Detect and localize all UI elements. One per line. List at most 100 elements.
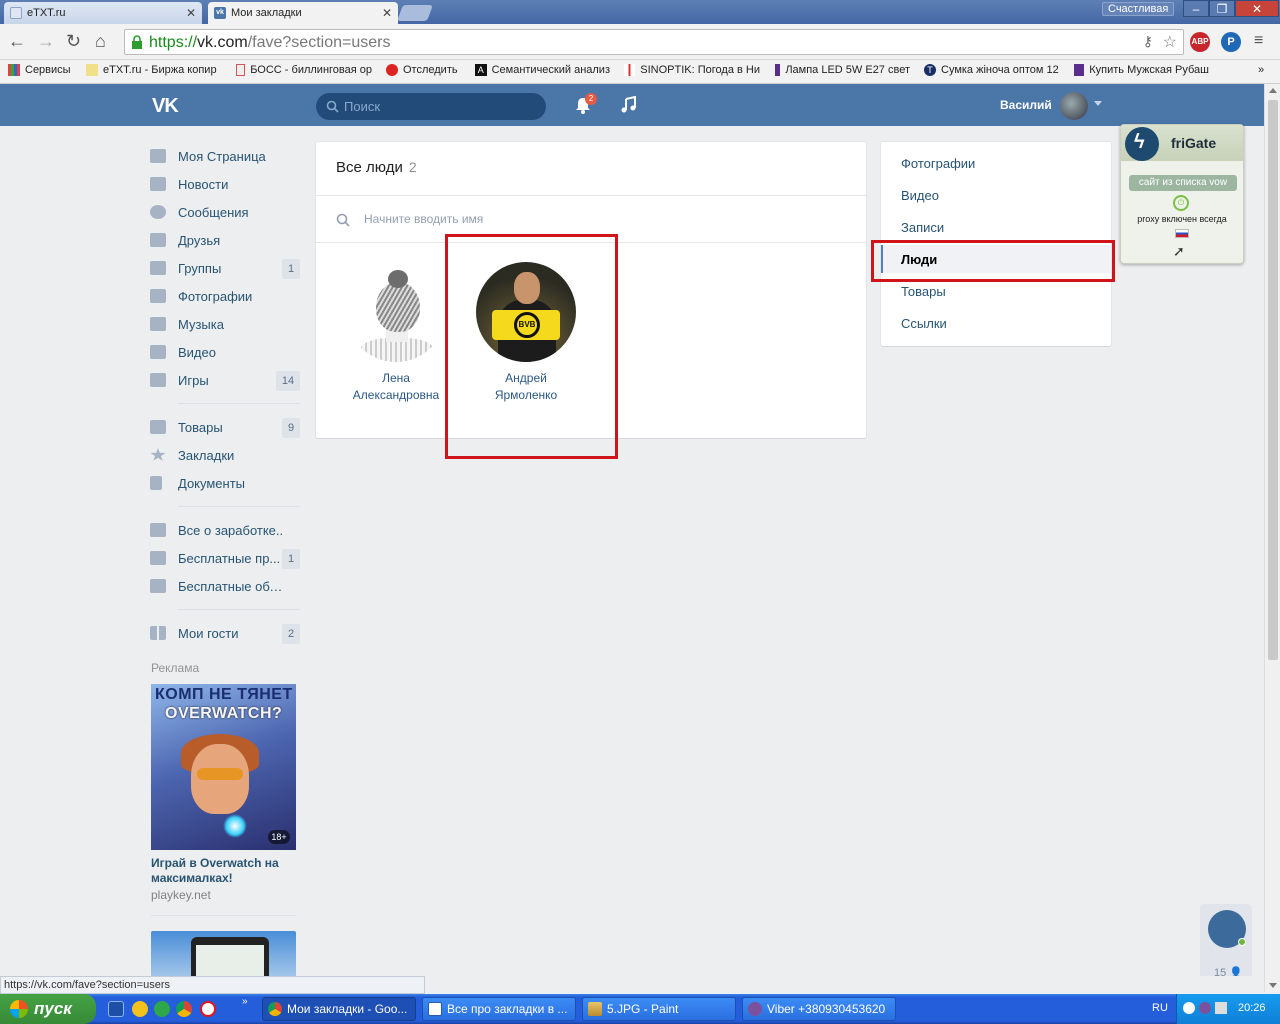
filter-video[interactable]: Видео: [901, 188, 939, 203]
network-icon[interactable]: [1215, 1002, 1227, 1014]
ad-label: Реклама: [151, 661, 200, 675]
sidebar-item-goods[interactable]: Товары 9: [150, 413, 300, 441]
whatsapp-icon[interactable]: [154, 1001, 170, 1017]
menu-icon[interactable]: ≡: [1254, 32, 1263, 50]
clock[interactable]: 20:26: [1238, 1002, 1266, 1014]
taskbar-paint[interactable]: 5.JPG - Paint: [582, 997, 736, 1021]
home-icon[interactable]: ⌂: [95, 32, 106, 50]
divider: [178, 506, 300, 507]
bookmark-item[interactable]: Купить Мужская Рубаш: [1074, 64, 1209, 76]
back-icon[interactable]: ←: [8, 32, 26, 50]
bookmark-item[interactable]: SINOPTIK: Погода в Ни: [624, 64, 760, 76]
arrow-icon[interactable]: ➚: [1173, 243, 1185, 260]
sidebar-item-news[interactable]: Новости: [150, 170, 300, 198]
vertical-scrollbar[interactable]: [1264, 84, 1280, 992]
ad-image-2[interactable]: [151, 931, 296, 976]
avatar[interactable]: [1060, 92, 1088, 120]
online-count: 15 👤: [1214, 966, 1243, 976]
filter-posts[interactable]: Записи: [901, 220, 944, 235]
frigate-widget[interactable]: ϟ friGate сайт из списка vow ⏻ proxy вкл…: [1120, 124, 1244, 264]
lock-icon: [132, 35, 142, 49]
sidebar-item-friends[interactable]: Друзья: [150, 226, 300, 254]
person-name[interactable]: Лена Александровна: [341, 370, 451, 404]
yandex-icon[interactable]: [200, 1001, 216, 1017]
music-icon[interactable]: [620, 96, 638, 114]
reload-icon[interactable]: ↻: [66, 32, 81, 50]
avast-icon[interactable]: [132, 1001, 148, 1017]
sidebar-item-my-page[interactable]: Моя Страница: [150, 142, 300, 170]
tab-etxt[interactable]: eTXT.ru ✕: [4, 2, 202, 24]
forward-icon[interactable]: →: [37, 32, 55, 50]
bookmark-item[interactable]: Сервисы: [8, 64, 71, 76]
key-icon[interactable]: ⚷: [1143, 33, 1153, 50]
more-bookmarks-icon[interactable]: »: [1258, 64, 1264, 76]
sidebar-item-music[interactable]: Музыка: [150, 310, 300, 338]
person-card-lena[interactable]: Лена Александровна: [341, 262, 451, 404]
maximize-button[interactable]: ❐: [1209, 0, 1235, 17]
chevron-down-icon[interactable]: [1094, 101, 1102, 106]
bookmark-item[interactable]: A Семантический анализ: [475, 64, 610, 76]
sidebar-item-bookmarks[interactable]: Закладки: [150, 441, 300, 469]
sidebar-item-games[interactable]: Игры 14: [150, 366, 300, 394]
new-tab-button[interactable]: [397, 5, 433, 21]
sidebar-item-group-earnings[interactable]: Все о заработке..: [150, 516, 300, 544]
minimize-button[interactable]: –: [1183, 0, 1209, 17]
star-icon: [150, 448, 166, 461]
extension-p-icon[interactable]: P: [1221, 32, 1241, 52]
tab-fave[interactable]: vk Мои закладки ✕: [208, 2, 398, 24]
start-button[interactable]: пуск: [0, 994, 96, 1024]
people-search-input[interactable]: Начните вводить имя: [364, 212, 483, 226]
filter-goods[interactable]: Товары: [901, 284, 946, 299]
bookmark-item[interactable]: БОСС - биллинговая ор: [236, 64, 372, 76]
bookmark-star-icon[interactable]: ☆: [1163, 32, 1177, 52]
filter-photos[interactable]: Фотографии: [901, 156, 975, 171]
user-name[interactable]: Василий: [1000, 98, 1052, 112]
power-icon[interactable]: ⏻: [1173, 195, 1189, 211]
russia-flag-icon[interactable]: [1175, 229, 1189, 238]
viber-tray-icon[interactable]: [1199, 1002, 1211, 1014]
scroll-up-icon[interactable]: [1269, 88, 1277, 93]
scroll-down-icon[interactable]: [1269, 983, 1277, 988]
vk-logo[interactable]: VK: [152, 95, 179, 118]
tray-expand-icon[interactable]: [1183, 1002, 1195, 1014]
address-bar[interactable]: https://vk.com/fave?section=users ⚷ ☆: [124, 29, 1184, 55]
sidebar-item-guests[interactable]: Мои гости 2: [150, 619, 300, 647]
taskbar-word[interactable]: Все про закладки в ...: [422, 997, 576, 1021]
filter-links[interactable]: Ссылки: [901, 316, 947, 331]
ad-title-link[interactable]: Играй в Overwatch на максималках!: [151, 856, 296, 886]
scroll-thumb[interactable]: [1268, 100, 1278, 660]
bookmark-item[interactable]: Отследить: [386, 64, 458, 76]
chat-widget[interactable]: 15 👤: [1200, 904, 1252, 976]
taskbar-viber[interactable]: Viber +380930453620: [742, 997, 896, 1021]
etxt-favicon-icon: [10, 7, 22, 19]
sidebar-item-photos[interactable]: Фотографии: [150, 282, 300, 310]
close-tab-icon[interactable]: ✕: [382, 6, 392, 20]
sidebar-item-group-free-ads[interactable]: Бесплатные объя..: [150, 572, 300, 600]
groups-icon: [150, 551, 166, 565]
close-window-button[interactable]: ✕: [1235, 0, 1279, 17]
sidebar-item-messages[interactable]: Сообщения: [150, 198, 300, 226]
desktop-icon[interactable]: [108, 1001, 124, 1017]
language-indicator[interactable]: RU: [1152, 1002, 1168, 1014]
etxt-icon: [86, 64, 98, 76]
bookmark-item[interactable]: eTXT.ru - Биржа копир: [86, 64, 221, 76]
bookmark-item[interactable]: Лампа LED 5W E27 свет: [775, 64, 910, 76]
sidebar-item-documents[interactable]: Документы: [150, 469, 300, 497]
ad-image[interactable]: КОМП НЕ ТЯНЕТ OVERWATCH? 18+: [151, 684, 296, 850]
ad-domain[interactable]: playkey.net: [151, 888, 211, 902]
search-icon: [336, 213, 350, 227]
sidebar-item-groups[interactable]: Группы 1: [150, 254, 300, 282]
windows-logo-icon: [10, 1000, 28, 1018]
sidebar-item-group-free-pr[interactable]: Бесплатные пр... 1: [150, 544, 300, 572]
groups-icon: [150, 579, 166, 593]
profile-name[interactable]: Счастливая: [1102, 2, 1175, 16]
expand-icon[interactable]: »: [242, 996, 248, 1007]
taskbar-chrome[interactable]: Мои закладки - Goo...: [262, 997, 416, 1021]
bookmark-item[interactable]: T Сумка жіноча оптом 12: [924, 64, 1059, 76]
close-tab-icon[interactable]: ✕: [186, 6, 196, 20]
person-photo[interactable]: [346, 262, 446, 362]
search-input[interactable]: Поиск: [316, 93, 546, 120]
chrome-icon[interactable]: [176, 1001, 192, 1017]
adblock-icon[interactable]: ABP: [1190, 32, 1210, 52]
sidebar-item-video[interactable]: Видео: [150, 338, 300, 366]
